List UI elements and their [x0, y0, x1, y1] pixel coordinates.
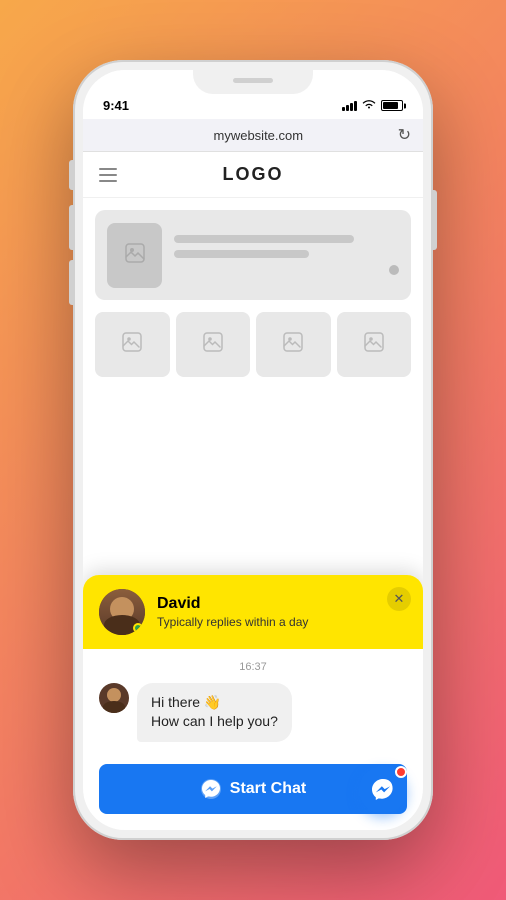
power-button	[433, 190, 437, 250]
image-icon	[124, 242, 146, 269]
card-item-4	[337, 312, 412, 377]
message-timestamp: 16:37	[99, 661, 407, 673]
status-icons	[342, 99, 403, 113]
card-image-icon-1	[122, 332, 142, 357]
browser-bar: mywebsite.com ↻	[83, 119, 423, 152]
agent-status: Typically replies within a day	[157, 615, 407, 629]
card-item-3	[256, 312, 331, 377]
website-content: LOGO	[83, 152, 423, 830]
messenger-fab-icon	[370, 777, 396, 803]
status-time: 9:41	[103, 98, 129, 113]
start-chat-label: Start Chat	[230, 780, 306, 798]
online-indicator	[133, 623, 143, 633]
messenger-icon	[200, 778, 222, 800]
card-image-icon-3	[283, 332, 303, 357]
mute-button	[69, 160, 73, 190]
chat-header: David Typically replies within a day ✕	[83, 575, 423, 649]
message-avatar	[99, 683, 129, 713]
agent-name: David	[157, 595, 407, 613]
battery-icon	[381, 100, 403, 111]
chat-header-info: David Typically replies within a day	[157, 595, 407, 629]
chat-close-button[interactable]: ✕	[387, 587, 411, 611]
card-item-1	[95, 312, 170, 377]
site-logo: LOGO	[223, 164, 284, 185]
message-line1: Hi there 👋	[151, 694, 221, 710]
volume-down-button	[69, 260, 73, 305]
cards-grid	[83, 312, 423, 377]
hero-image	[107, 223, 162, 288]
card-image-icon-4	[364, 332, 384, 357]
hero-text-placeholder	[174, 235, 399, 275]
notch	[193, 70, 313, 94]
fab-notification-badge	[395, 766, 407, 778]
chat-messages: 16:37 Hi there 👋 How can I help you?	[83, 649, 423, 754]
card-item-2	[176, 312, 251, 377]
message-bubble: Hi there 👋 How can I help you?	[137, 683, 292, 742]
speaker	[233, 78, 273, 83]
message-line2: How can I help you?	[151, 713, 278, 729]
messenger-fab-button[interactable]	[359, 766, 407, 814]
signal-icon	[342, 101, 357, 111]
refresh-button[interactable]: ↻	[398, 125, 411, 145]
message-row: Hi there 👋 How can I help you?	[99, 683, 407, 742]
agent-avatar	[99, 589, 145, 635]
browser-url: mywebsite.com	[119, 128, 398, 143]
volume-up-button	[69, 205, 73, 250]
site-navbar: LOGO	[83, 152, 423, 198]
hamburger-menu[interactable]	[99, 168, 117, 182]
phone-screen: 9:41	[83, 70, 423, 830]
hero-section	[95, 210, 411, 300]
phone-frame: 9:41	[73, 60, 433, 840]
card-image-icon-2	[203, 332, 223, 357]
wifi-icon	[362, 99, 376, 113]
